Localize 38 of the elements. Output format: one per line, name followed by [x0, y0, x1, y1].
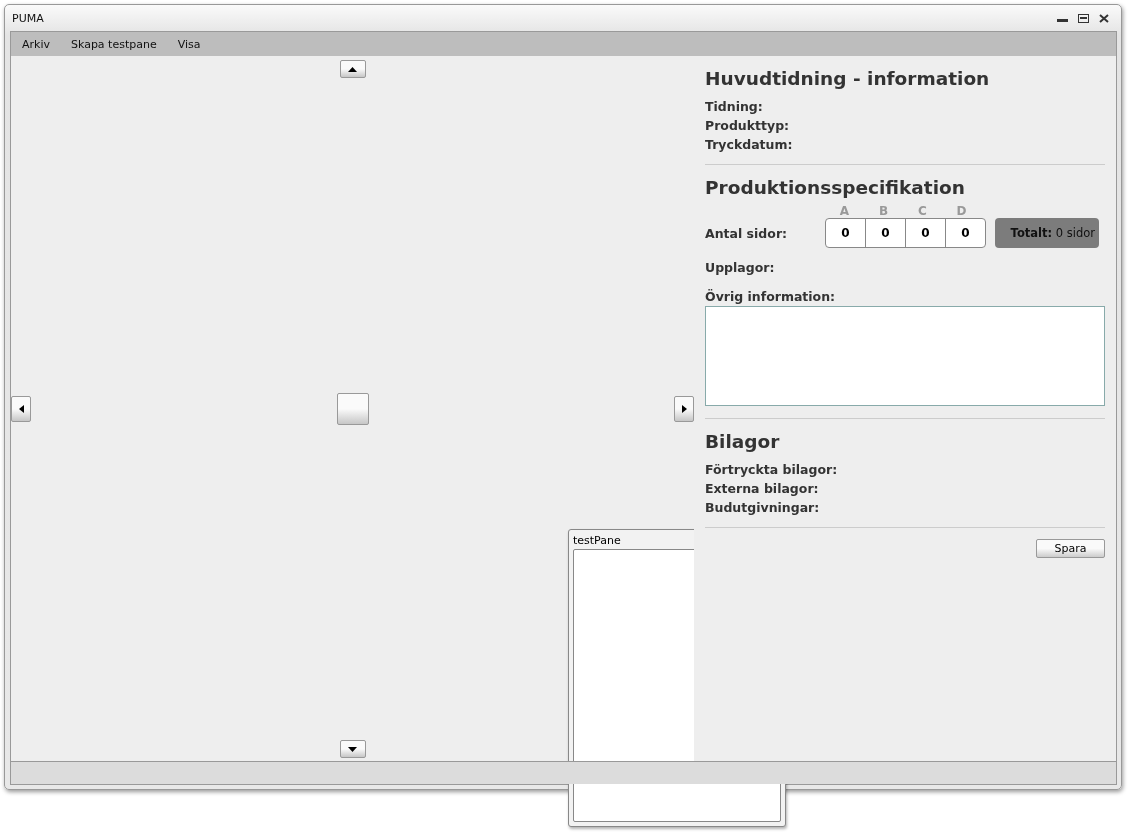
- menu-item[interactable]: Arkiv: [22, 37, 50, 51]
- page-count-cell[interactable]: 0: [905, 219, 945, 247]
- field-label: Budutgivningar:: [705, 500, 821, 515]
- section-heading: Huvudtidning - information: [705, 68, 991, 89]
- page-count-cell[interactable]: 0: [865, 219, 905, 247]
- section-heading: Bilagor: [705, 431, 781, 452]
- right-triangle-icon: [681, 405, 687, 413]
- field-label: Tidning:: [705, 99, 764, 114]
- up-triangle-icon: [348, 66, 357, 72]
- field-label: Övrig information:: [705, 289, 837, 304]
- window-title: PUMA: [12, 11, 44, 25]
- scroll-left-button[interactable]: [11, 396, 31, 422]
- field-label: Tryckdatum:: [705, 137, 794, 152]
- save-button[interactable]: Spara: [1036, 539, 1105, 558]
- scroll-down-button[interactable]: [339, 740, 366, 758]
- column-letter: D: [955, 204, 968, 218]
- field-label: Produkttyp:: [705, 118, 791, 133]
- column-letter: B: [877, 204, 890, 218]
- left-triangle-icon: [18, 405, 24, 413]
- menu-item[interactable]: Visa: [177, 37, 201, 51]
- scroll-right-button[interactable]: [674, 396, 694, 422]
- page-count-cell[interactable]: 0: [826, 219, 865, 247]
- section-heading: Produktionsspecifikation: [705, 177, 966, 198]
- column-letter: C: [917, 204, 928, 218]
- scroll-up-button[interactable]: [339, 60, 366, 78]
- down-triangle-icon: [348, 746, 357, 752]
- menu-item[interactable]: Skapa testpane: [71, 37, 157, 51]
- column-letter: A: [838, 204, 851, 218]
- field-label: Förtryckta bilagor:: [705, 462, 839, 477]
- total-badge: Totalt: 0 sidor: [995, 218, 1099, 248]
- field-label: Upplagor:: [705, 260, 776, 275]
- field-label: Antal sidor:: [705, 226, 789, 243]
- maximize-icon[interactable]: [1078, 13, 1089, 23]
- center-button[interactable]: [336, 393, 369, 425]
- close-icon[interactable]: [1099, 13, 1109, 23]
- pane-title: testPane: [573, 533, 622, 549]
- field-label: Externa bilagor:: [705, 481, 820, 496]
- page-count-cell[interactable]: 0: [945, 219, 985, 247]
